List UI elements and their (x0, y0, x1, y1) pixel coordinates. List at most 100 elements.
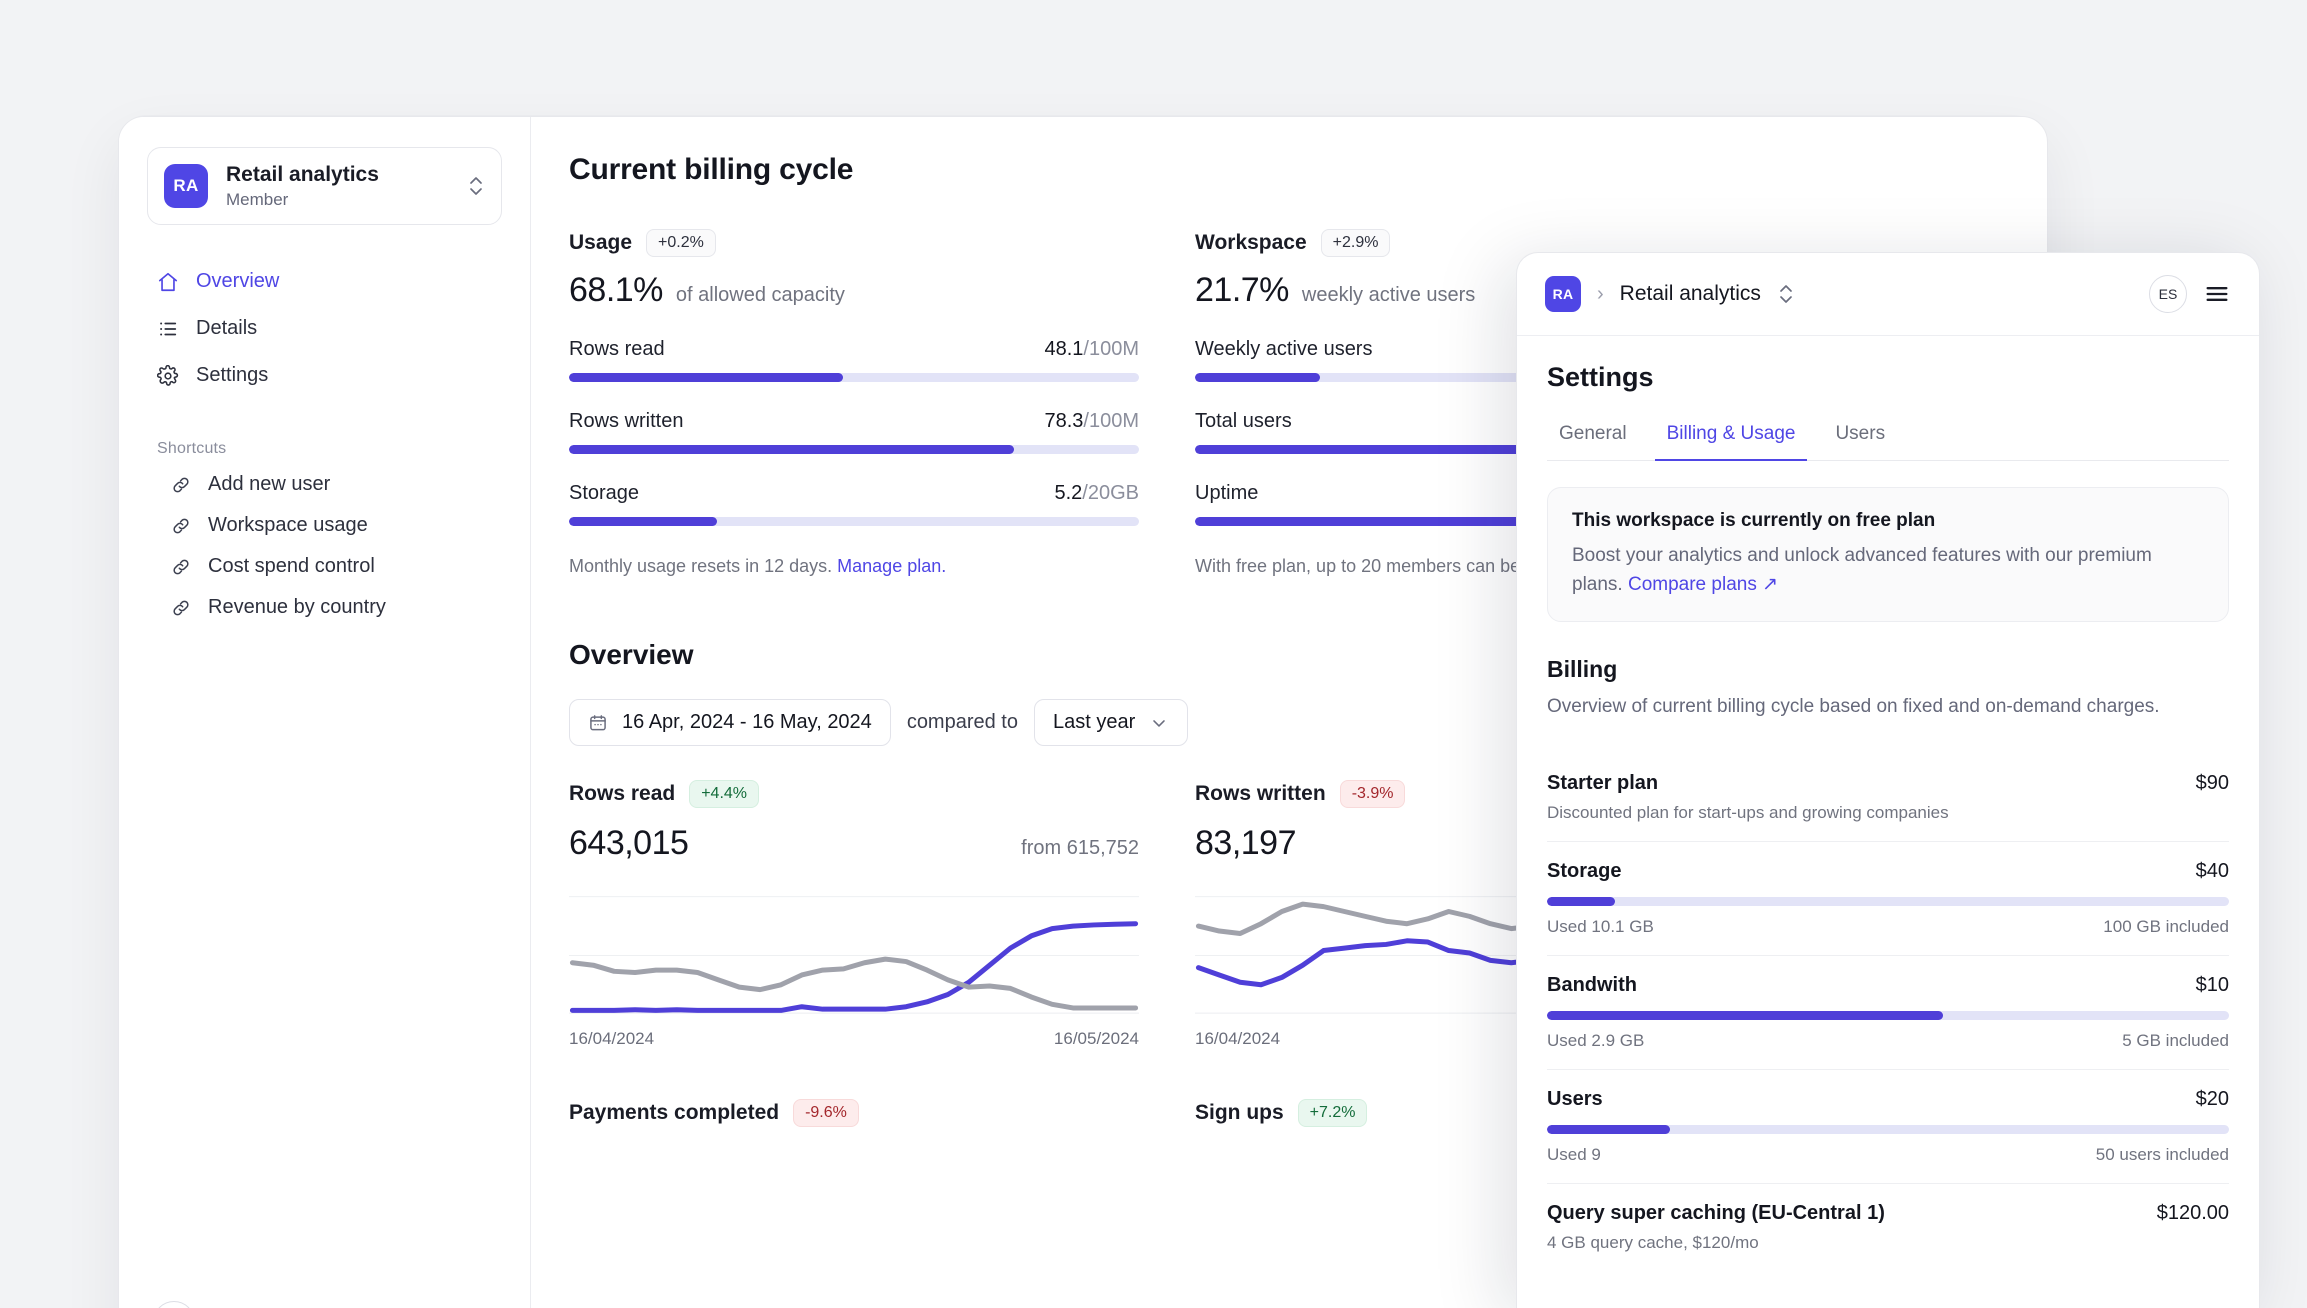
avatar[interactable]: ES (2149, 275, 2187, 313)
meter-value-den: /20GB (1082, 482, 1139, 504)
shortcuts-section-label: Shortcuts (157, 440, 502, 458)
billing-item-desc: 4 GB query cache, $120/mo (1547, 1233, 2229, 1253)
avatar: ES (153, 1301, 195, 1308)
x-end-label: 16/05/2024 (1054, 1029, 1139, 1049)
tab-general[interactable]: General (1547, 415, 1639, 461)
usage-value-row: 68.1% of allowed capacity (569, 271, 1139, 310)
meter-label: Rows read (569, 338, 665, 361)
meter-value-den: /100M (1083, 410, 1139, 432)
sidebar-item-overview[interactable]: Overview (147, 261, 502, 302)
workspace-badge: +2.9% (1321, 229, 1391, 257)
usage-note: Monthly usage resets in 12 days. Manage … (569, 556, 1139, 577)
list-icon (157, 318, 179, 340)
meter-label: Uptime (1195, 482, 1258, 505)
line-chart-rows-read (569, 889, 1139, 1017)
status-badge: -3.9% (1340, 780, 1406, 808)
billing-item-used: Used 2.9 GB (1547, 1031, 1644, 1051)
billing-item-name: Users (1547, 1088, 1603, 1111)
billing-heading: Billing (1547, 656, 2229, 683)
card-title: Payments completed (569, 1101, 779, 1125)
home-icon (157, 271, 179, 293)
chevron-up-down-icon[interactable] (1777, 281, 1795, 307)
tab-users[interactable]: Users (1823, 415, 1897, 461)
billing-item-query-super-caching: Query super caching (EU-Central 1) $120.… (1547, 1183, 2229, 1271)
chart-axis-labels: 16/04/2024 16/05/2024 (569, 1029, 1139, 1049)
meter-value-den: /100M (1083, 338, 1139, 360)
sidebar-item-details[interactable]: Details (147, 308, 502, 349)
progress-bar (569, 445, 1139, 454)
billing-item-name: Bandwith (1547, 974, 1637, 997)
progress-bar (1547, 1125, 2229, 1134)
breadcrumb-separator-icon: › (1597, 283, 1604, 306)
progress-bar (1547, 1011, 2229, 1020)
gear-icon (157, 365, 179, 387)
workspace-title: Workspace (1195, 231, 1307, 255)
panel-body: Settings General Billing & Usage Users T… (1517, 336, 2259, 1271)
progress-fill (1195, 373, 1320, 382)
workspace-name: Retail analytics (226, 162, 449, 187)
progress-fill (569, 517, 717, 526)
billing-description: Overview of current billing cycle based … (1547, 693, 2229, 722)
shortcut-label: Revenue by country (208, 596, 386, 619)
meter-value: 78.3/100M (1044, 410, 1139, 433)
billing-item-included: 100 GB included (2103, 917, 2229, 937)
meter-value: 48.1/100M (1044, 338, 1139, 361)
sidebar-user-footer[interactable]: ES Emma Stone (147, 1291, 502, 1308)
billing-item-users: Users $20 Used 9 50 users included (1547, 1069, 2229, 1183)
billing-item-price: $20 (2196, 1088, 2229, 1111)
notice-title: This workspace is currently on free plan (1572, 510, 2204, 532)
link-icon (171, 475, 191, 495)
shortcut-label: Add new user (208, 473, 330, 496)
shortcut-add-new-user[interactable]: Add new user (147, 464, 502, 505)
shortcut-label: Workspace usage (208, 514, 368, 537)
meter-label: Total users (1195, 410, 1292, 433)
date-range-picker[interactable]: 16 Apr, 2024 - 16 May, 2024 (569, 699, 891, 746)
panel-header: RA › Retail analytics ES (1517, 253, 2259, 336)
link-icon (171, 557, 191, 577)
billing-item-included: 50 users included (2096, 1145, 2229, 1165)
date-range-value: 16 Apr, 2024 - 16 May, 2024 (622, 711, 872, 734)
shortcut-cost-spend-control[interactable]: Cost spend control (147, 546, 502, 587)
shortcut-revenue-by-country[interactable]: Revenue by country (147, 587, 502, 628)
billing-item-name: Query super caching (EU-Central 1) (1547, 1202, 1885, 1225)
breadcrumb: Retail analytics (1620, 282, 1761, 306)
billing-item-name: Storage (1547, 860, 1621, 883)
workspace-meta: Retail analytics Member (226, 162, 449, 210)
workspace-big-value: 21.7% (1195, 271, 1289, 310)
metric-card-payments-completed: Payments completed -9.6% (569, 1099, 1139, 1127)
billing-item-name: Starter plan (1547, 772, 1658, 795)
billing-item-price: $120.00 (2157, 1202, 2229, 1225)
sidebar-item-settings[interactable]: Settings (147, 355, 502, 396)
breadcrumb-workspace-avatar: RA (1545, 276, 1581, 312)
compare-select[interactable]: Last year (1034, 699, 1188, 746)
billing-item-used: Used 9 (1547, 1145, 1601, 1165)
card-value: 643,015 (569, 824, 688, 863)
chevron-down-icon (1149, 713, 1169, 733)
billing-item-starter-plan: Starter plan $90 Discounted plan for sta… (1547, 754, 2229, 841)
usage-big-caption: of allowed capacity (676, 284, 845, 307)
chevron-up-down-icon (467, 173, 485, 199)
shortcut-workspace-usage[interactable]: Workspace usage (147, 505, 502, 546)
progress-fill (1547, 1011, 1943, 1020)
settings-panel: RA › Retail analytics ES Settings Genera… (1516, 252, 2260, 1308)
workspace-switcher[interactable]: RA Retail analytics Member (147, 147, 502, 225)
compare-plans-link[interactable]: Compare plans ↗ (1628, 574, 1778, 595)
manage-plan-link[interactable]: Manage plan. (837, 556, 946, 576)
card-comparison: from 615,752 (1021, 837, 1139, 860)
meter-value-num: 78.3 (1044, 410, 1083, 432)
external-link-icon: ↗ (1762, 574, 1778, 595)
progress-fill (1547, 897, 1615, 906)
free-plan-notice: This workspace is currently on free plan… (1547, 487, 2229, 622)
billing-item-price: $10 (2196, 974, 2229, 997)
billing-items-list: Starter plan $90 Discounted plan for sta… (1547, 754, 2229, 1271)
hamburger-menu-icon[interactable] (2203, 280, 2231, 308)
billing-item-bandwith: Bandwith $10 Used 2.9 GB 5 GB included (1547, 955, 2229, 1069)
tab-billing-usage[interactable]: Billing & Usage (1655, 415, 1808, 461)
status-badge: +4.4% (689, 780, 759, 808)
page-title: Current billing cycle (569, 153, 2007, 187)
usage-card: Usage +0.2% 68.1% of allowed capacity Ro… (569, 229, 1139, 577)
shortcut-label: Cost spend control (208, 555, 375, 578)
calendar-icon (588, 713, 608, 733)
compare-plans-label: Compare plans (1628, 574, 1757, 595)
workspace-avatar: RA (164, 164, 208, 208)
